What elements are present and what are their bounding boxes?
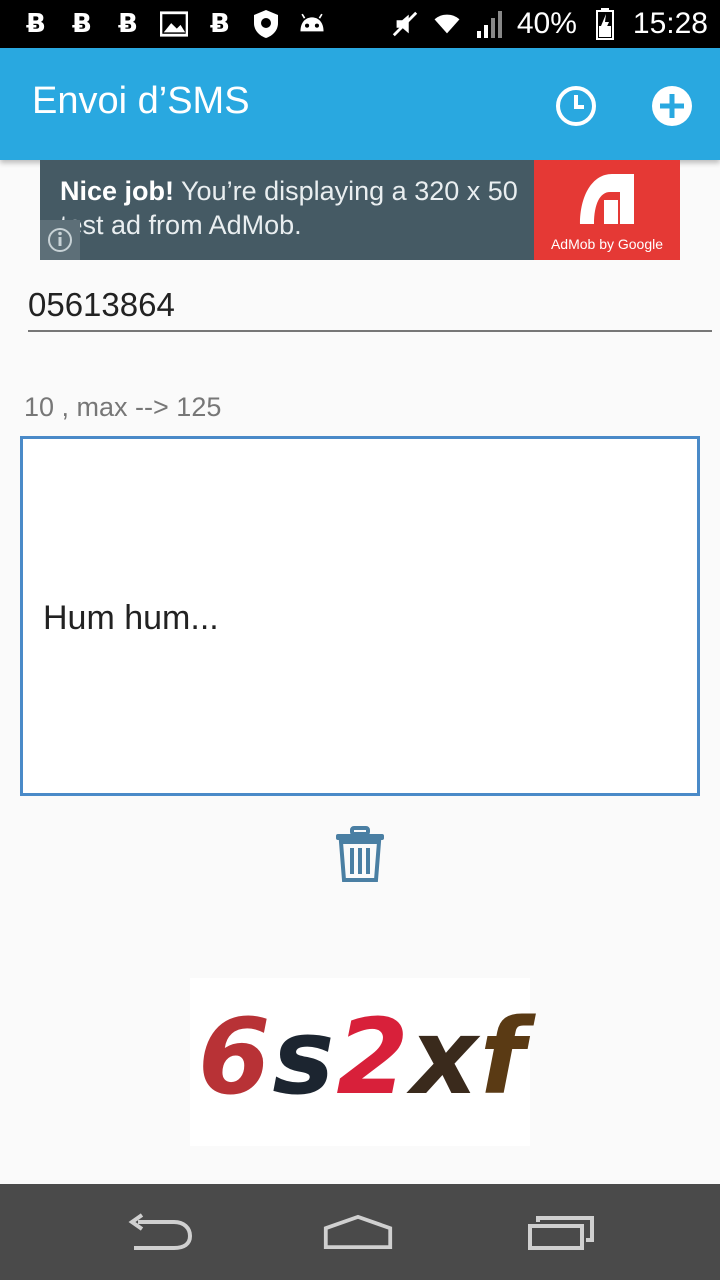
app-bar: Envoi d’SMS: [0, 48, 720, 160]
shield-icon: [252, 10, 280, 38]
home-button[interactable]: [322, 1208, 394, 1256]
battery-icon: [591, 8, 619, 40]
signal-icon: [475, 10, 503, 38]
trash-icon: [336, 826, 384, 882]
back-icon: [128, 1213, 193, 1250]
home-icon: [323, 1214, 393, 1250]
captcha-char: x: [410, 996, 480, 1118]
character-counter: 10 , max --> 125: [24, 392, 222, 422]
message-text: Hum hum...: [43, 599, 219, 637]
admob-brand: AdMob by Google: [550, 236, 664, 252]
clock-time: 15:28: [632, 7, 708, 40]
add-circle-icon: [652, 86, 692, 126]
info-icon: [48, 228, 72, 252]
phone-number-input[interactable]: [28, 280, 712, 332]
clear-button[interactable]: [334, 826, 386, 882]
wifi-icon: [433, 10, 461, 38]
system-status: 40% 15:28: [391, 0, 708, 48]
mute-icon: [391, 10, 419, 38]
add-button[interactable]: [650, 84, 694, 128]
captcha-char: 2: [336, 996, 411, 1118]
captcha-char: s: [272, 996, 337, 1118]
clock-icon: [556, 86, 596, 126]
recents-icon: [528, 1216, 594, 1250]
captcha-char: f: [479, 996, 527, 1118]
captcha-char: 6: [198, 996, 273, 1118]
history-button[interactable]: [554, 84, 598, 128]
battery-percent: 40%: [516, 7, 577, 40]
status-bar: Ƀ Ƀ Ƀ Ƀ 40% 15:28: [0, 0, 720, 48]
ad-banner[interactable]: Nice job! You’re displaying a 320 x 50 t…: [40, 160, 680, 260]
back-button[interactable]: [124, 1208, 196, 1256]
ad-headline: Nice job!: [60, 176, 175, 206]
admob-logo: AdMob by Google: [534, 160, 680, 260]
ad-info-button[interactable]: [40, 220, 80, 260]
captcha-code: 6s2xf: [198, 996, 527, 1118]
b-app-icon: Ƀ: [72, 9, 92, 39]
ad-text: Nice job! You’re displaying a 320 x 50 t…: [60, 174, 530, 242]
captcha-image: 6s2xf: [190, 978, 530, 1146]
app-title: Envoi d’SMS: [32, 80, 250, 122]
notification-icons: Ƀ Ƀ Ƀ Ƀ: [0, 0, 326, 48]
b-app-icon: Ƀ: [26, 9, 46, 39]
recents-button[interactable]: [524, 1208, 596, 1256]
admob-icon: [580, 174, 634, 224]
navigation-bar: [0, 1184, 720, 1280]
b-app-icon: Ƀ: [118, 9, 138, 39]
android-icon: [298, 10, 326, 38]
image-icon: [160, 10, 188, 38]
message-textarea[interactable]: Hum hum...: [20, 436, 700, 796]
b-app-icon: Ƀ: [210, 9, 230, 39]
